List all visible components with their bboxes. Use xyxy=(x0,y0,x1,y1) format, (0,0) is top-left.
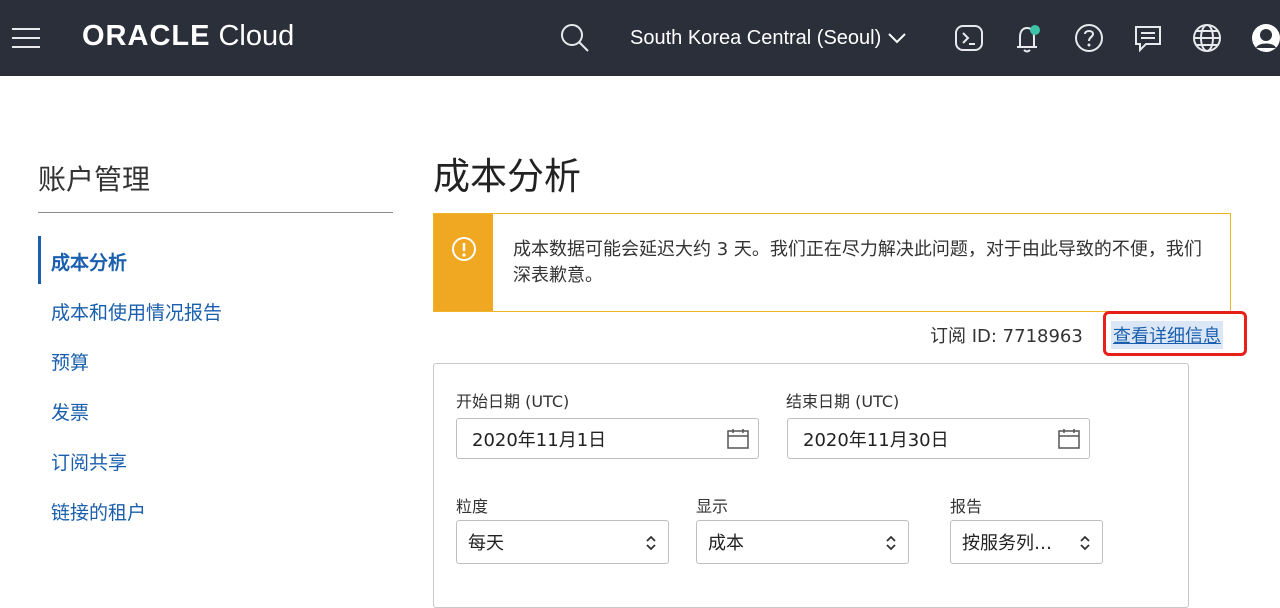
sidebar-item-invoices[interactable]: 发票 xyxy=(38,386,393,436)
subscription-id: 订阅 ID: 7718963 xyxy=(930,326,1083,347)
globe-icon[interactable] xyxy=(1189,20,1225,56)
page-title: 成本分析 xyxy=(433,155,581,198)
sidebar-item-linked-tenancies[interactable]: 链接的租户 xyxy=(38,486,393,536)
sidebar-divider xyxy=(38,212,393,213)
end-date-label: 结束日期 (UTC) xyxy=(786,392,900,411)
bell-icon[interactable] xyxy=(1010,20,1046,56)
select-arrows-icon xyxy=(886,535,896,551)
end-date-value: 2020年11月30日 xyxy=(803,429,949,451)
report-value: 按服务列… xyxy=(962,533,1052,554)
select-arrows-icon xyxy=(646,535,656,551)
top-bar: ORACLE Cloud South Korea Central (Seoul) xyxy=(0,0,1280,76)
view-details-link[interactable]: 查看详细信息 xyxy=(1111,321,1223,349)
region-selector[interactable]: South Korea Central (Seoul) xyxy=(630,24,907,52)
start-date-field[interactable]: 2020年11月1日 xyxy=(456,418,759,459)
granularity-select[interactable]: 每天 xyxy=(456,520,669,564)
report-label: 报告 xyxy=(950,497,983,516)
region-label: South Korea Central (Seoul) xyxy=(630,26,882,49)
select-arrows-icon xyxy=(1080,535,1090,551)
calendar-icon[interactable] xyxy=(727,428,749,450)
warning-icon xyxy=(451,237,476,261)
chat-icon[interactable] xyxy=(1130,20,1166,56)
sidebar-item-subscription-sharing[interactable]: 订阅共享 xyxy=(38,436,393,486)
cloud-shell-icon[interactable] xyxy=(951,20,987,56)
granularity-label: 粒度 xyxy=(456,497,489,516)
report-select[interactable]: 按服务列… xyxy=(950,520,1103,564)
end-date-field[interactable]: 2020年11月30日 xyxy=(787,418,1090,459)
brand-cloud-text: Cloud xyxy=(218,20,295,52)
start-date-label: 开始日期 (UTC) xyxy=(456,392,570,411)
sidebar-title: 账户管理 xyxy=(38,163,151,196)
warning-text: 成本数据可能会延迟大约 3 天。我们正在尽力解决此问题，对于由此导致的不便，我们… xyxy=(513,239,1202,286)
sidebar-nav: 成本分析 成本和使用情况报告 预算 发票 订阅共享 链接的租户 xyxy=(38,236,393,536)
menu-icon[interactable] xyxy=(12,26,42,50)
show-value: 成本 xyxy=(708,533,744,554)
sidebar-item-cost-analysis[interactable]: 成本分析 xyxy=(38,236,393,286)
show-select[interactable]: 成本 xyxy=(696,520,909,564)
brand-oracle-text: ORACLE xyxy=(82,20,211,52)
search-icon[interactable] xyxy=(557,20,593,56)
start-date-value: 2020年11月1日 xyxy=(472,429,607,451)
calendar-icon[interactable] xyxy=(1058,428,1080,450)
help-icon[interactable] xyxy=(1071,20,1107,56)
oracle-cloud-logo[interactable]: ORACLE Cloud xyxy=(82,20,294,56)
warning-banner: 成本数据可能会延迟大约 3 天。我们正在尽力解决此问题，对于由此导致的不便，我们… xyxy=(433,213,1231,312)
filter-panel: 开始日期 (UTC) 2020年11月1日 结束日期 (UTC) 2020年11… xyxy=(433,363,1189,608)
user-icon[interactable] xyxy=(1248,20,1280,56)
sidebar-item-cost-usage-reports[interactable]: 成本和使用情况报告 xyxy=(38,286,393,336)
warning-strip xyxy=(434,214,493,311)
chevron-down-icon xyxy=(888,33,906,44)
granularity-value: 每天 xyxy=(468,533,504,554)
sidebar-item-budgets[interactable]: 预算 xyxy=(38,336,393,386)
show-label: 显示 xyxy=(696,497,729,516)
